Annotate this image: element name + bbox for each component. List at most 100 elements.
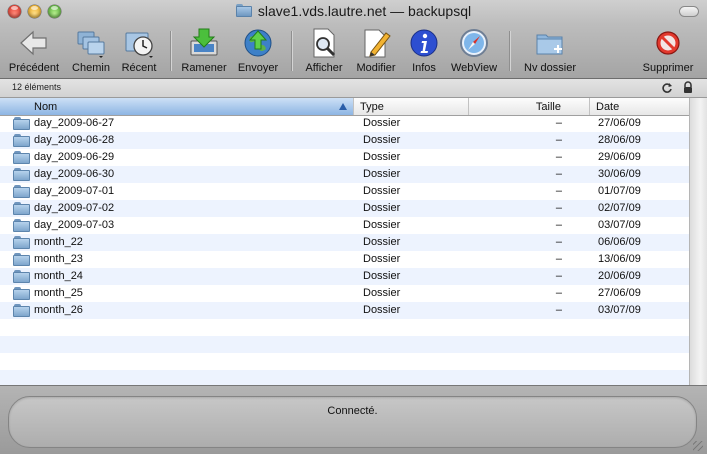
file-name: month_23 [34,253,83,265]
folder-icon [13,168,30,181]
column-header-label: Date [596,101,620,113]
info-icon [410,29,438,57]
file-name: month_24 [34,270,83,282]
file-size: – [555,134,562,146]
file-date: 03/07/09 [598,304,641,316]
back-arrow-icon [20,30,47,56]
column-header-name[interactable]: Nom [0,98,354,115]
file-size: – [555,151,562,163]
table-row[interactable]: day_2009-06-27 Dossier – 27/06/09 [0,115,689,132]
edit-button[interactable]: Modifier [354,24,398,78]
recent-button[interactable]: Récent [119,24,159,78]
column-header-date[interactable]: Date [590,98,689,115]
empty-row [0,319,689,336]
file-date: 06/06/09 [598,236,641,248]
file-date: 02/07/09 [598,202,641,214]
compass-icon [460,29,488,57]
toolbar-toggle-button[interactable] [679,6,699,17]
info-button[interactable]: Infos [408,24,440,78]
delete-forbidden-icon [656,31,680,55]
file-name: month_26 [34,304,83,316]
file-date: 01/07/09 [598,185,641,197]
folder-icon [13,287,30,300]
folder-icon [13,185,30,198]
path-button[interactable]: Chemin [70,24,112,78]
app-window: slave1.vds.lautre.net — backupsql Précéd… [0,0,707,454]
column-header-size[interactable]: Taille [469,98,590,115]
vertical-scrollbar[interactable] [689,98,707,385]
file-size: – [555,253,562,265]
file-name: day_2009-06-28 [34,134,115,146]
table-row[interactable]: day_2009-07-03 Dossier – 03/07/09 [0,217,689,234]
webview-button[interactable]: WebView [451,24,497,78]
upload-button[interactable]: Envoyer [237,24,279,78]
view-button[interactable]: Afficher [304,24,344,78]
bottom-bar: Connecté. [0,385,707,454]
new-folder-icon [536,34,563,55]
folder-icon [13,151,30,164]
file-size: – [555,304,562,316]
folder-icon [13,270,30,283]
folder-icon [235,4,252,17]
upload-globe-icon [244,29,272,57]
file-date: 30/06/09 [598,168,641,180]
file-type: Dossier [363,168,401,180]
status-text: Connecté. [327,405,378,417]
table-row[interactable]: month_24 Dossier – 20/06/09 [0,268,689,285]
table-row[interactable]: day_2009-06-28 Dossier – 28/06/09 [0,132,689,149]
file-type: Dossier [363,219,401,231]
file-type: Dossier [363,185,401,197]
download-button[interactable]: Ramener [181,24,227,78]
table-row[interactable]: month_23 Dossier – 13/06/09 [0,251,689,268]
file-type: Dossier [363,134,401,146]
file-date: 28/06/09 [598,134,641,146]
file-list: Nom Type Taille Date day_2009-06-27 Doss… [0,98,707,385]
new-folder-button[interactable]: Nv dossier [523,24,577,78]
table-row[interactable]: day_2009-07-01 Dossier – 01/07/09 [0,183,689,200]
table-row[interactable]: month_25 Dossier – 27/06/09 [0,285,689,302]
table-header: Nom Type Taille Date [0,98,689,116]
file-type: Dossier [363,253,401,265]
column-header-label: Taille [535,101,561,113]
file-date: 29/06/09 [598,151,641,163]
sort-ascending-icon [339,103,347,110]
file-name: day_2009-06-29 [34,151,115,163]
file-type: Dossier [363,270,401,282]
table-body: day_2009-06-27 Dossier – 27/06/09 day_20… [0,115,689,385]
webview-label: WebView [450,62,498,74]
file-type: Dossier [363,202,401,214]
folder-icon [13,253,30,266]
upload-label: Envoyer [237,62,279,74]
file-date: 20/06/09 [598,270,641,282]
column-header-label: Nom [34,101,58,113]
empty-row [0,336,689,353]
file-size: – [555,185,562,197]
back-label: Précédent [8,62,60,74]
refresh-icon[interactable] [661,82,673,94]
file-type: Dossier [363,287,401,299]
file-size: – [555,168,562,180]
recent-label: Récent [121,62,157,74]
table-row[interactable]: day_2009-06-29 Dossier – 29/06/09 [0,149,689,166]
file-name: day_2009-07-03 [34,219,115,231]
table-row[interactable]: day_2009-06-30 Dossier – 30/06/09 [0,166,689,183]
file-type: Dossier [363,151,401,163]
delete-button[interactable]: Supprimer [643,24,693,78]
table-row[interactable]: day_2009-07-02 Dossier – 02/07/09 [0,200,689,217]
status-area: Connecté. [8,396,697,448]
file-name: day_2009-06-30 [34,168,115,180]
column-header-type[interactable]: Type [354,98,469,115]
folder-icon [13,134,30,147]
folder-icon [13,202,30,215]
empty-row [0,353,689,370]
resize-grip-icon[interactable] [693,441,703,451]
file-date: 03/07/09 [598,219,641,231]
table-row[interactable]: month_22 Dossier – 06/06/09 [0,234,689,251]
view-document-icon [313,28,336,58]
toolbar-separator [509,31,510,71]
folder-icon [13,117,30,130]
column-header-label: Type [360,101,384,113]
table-row[interactable]: month_26 Dossier – 03/07/09 [0,302,689,319]
title-bar: slave1.vds.lautre.net — backupsql [0,0,707,24]
back-button[interactable]: Précédent [9,24,59,78]
